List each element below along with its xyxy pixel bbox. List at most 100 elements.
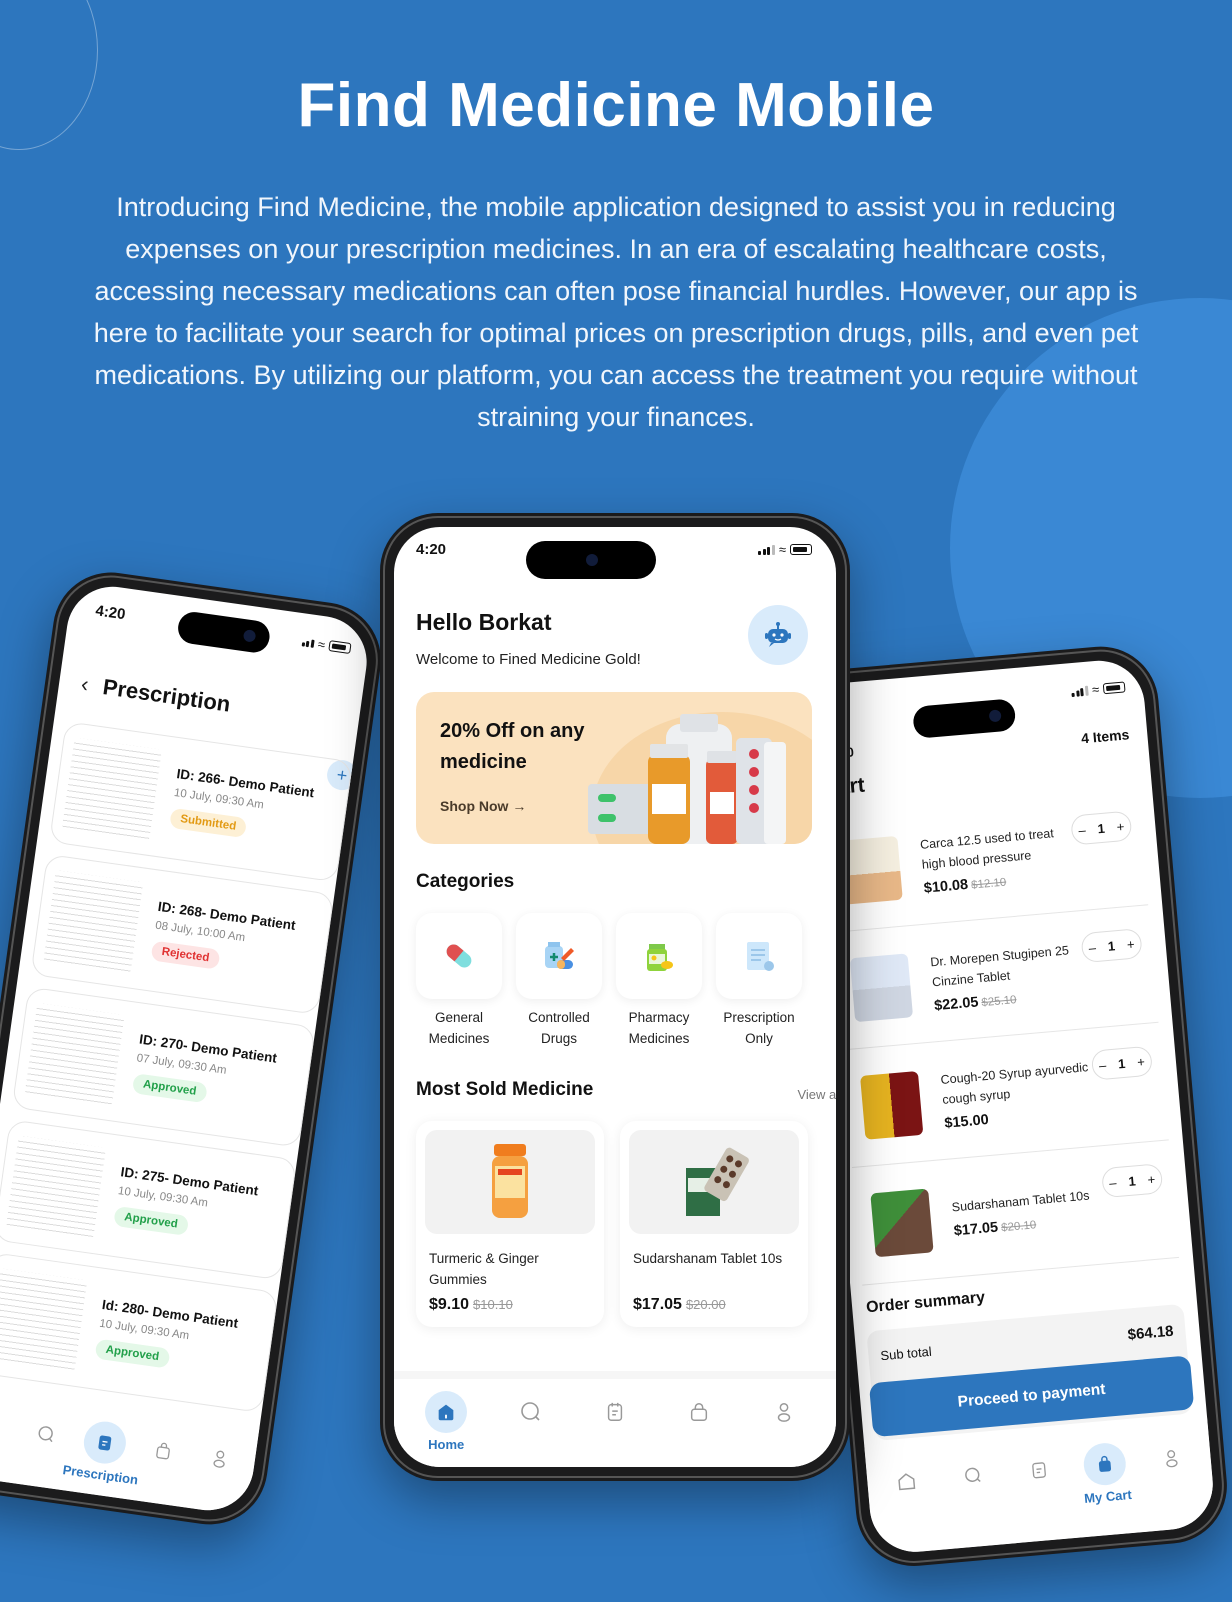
category-label: General Medicines <box>428 1010 490 1046</box>
prescription-icon <box>594 1391 636 1433</box>
nav-prescription[interactable] <box>1007 1446 1075 1543</box>
bottom-nav: Home <box>394 1371 836 1467</box>
prescription-thumbnail <box>0 1268 88 1372</box>
decrease-button[interactable]: – <box>1109 1175 1118 1191</box>
prescription-thumbnail <box>61 737 162 841</box>
quantity-stepper: –1 + <box>1080 928 1143 964</box>
decrease-button[interactable]: – <box>1098 1057 1107 1073</box>
search-icon <box>950 1453 996 1499</box>
home-icon <box>0 1403 13 1450</box>
battery-icon <box>1102 681 1126 695</box>
status-badge: Rejected <box>150 940 221 970</box>
prescription-card[interactable]: ID: 275- Demo Patient 10 July, 09:30 Am … <box>0 1119 298 1281</box>
product-price: $17.05 <box>633 1296 682 1313</box>
prescription-screen: 4:20 ≈ ‹ Prescription + ID: 266- Demo Pa… <box>0 580 373 1517</box>
order-summary-title: Order summary <box>865 1288 986 1317</box>
nav-home[interactable] <box>875 1458 943 1555</box>
view-all-link[interactable]: View all <box>797 1087 836 1102</box>
product-image <box>859 1070 924 1140</box>
subtotal-value: $64.18 <box>1126 1322 1175 1344</box>
phone-cart: 4:20 ≈ 4 Items Cart Carca 12.5 used to t… <box>782 641 1232 1571</box>
quantity-value: 1 <box>1127 1172 1137 1189</box>
cart-screen: 4:20 ≈ 4 Items Cart Carca 12.5 used to t… <box>797 656 1217 1556</box>
prescription-icon <box>1016 1447 1062 1493</box>
prescription-card[interactable]: ID: 270- Demo Patient 07 July, 09:30 Am … <box>11 986 316 1148</box>
product-old-price: $10.10 <box>473 1297 513 1312</box>
dynamic-island <box>526 541 656 579</box>
product-card[interactable]: Sudarshanam Tablet 10s $17.05 $20.00 <box>620 1121 808 1327</box>
quantity-value: 1 <box>1107 937 1116 954</box>
back-icon[interactable]: ‹ <box>79 671 91 698</box>
nav-search[interactable] <box>501 1391 561 1467</box>
shop-now-link[interactable]: Shop Now → <box>440 798 526 814</box>
capsule-icon <box>446 944 472 968</box>
search-icon <box>23 1411 70 1458</box>
product-name: Sudarshanam Tablet 10s <box>633 1251 783 1266</box>
item-old-price: $12.10 <box>970 876 1007 892</box>
item-price: $17.05 <box>953 1219 999 1239</box>
category-general-medicines[interactable]: General Medicines <box>416 913 502 1049</box>
nav-profile[interactable] <box>1140 1435 1208 1532</box>
quantity-stepper: –1 + <box>1090 1045 1154 1081</box>
item-name: Dr. Morepen Stugipen 25 Cinzine Tablet <box>929 942 1070 989</box>
prescription-card[interactable]: Id: 280- Demo Patient 10 July, 09:30 Am … <box>0 1251 279 1414</box>
prescription-card[interactable]: ID: 266- Demo Patient 10 July, 09:30 Am … <box>48 721 354 883</box>
category-controlled-drugs[interactable]: Controlled Drugs <box>516 913 602 1049</box>
prescription-list: ID: 266- Demo Patient 10 July, 09:30 Am … <box>0 721 354 1425</box>
prescription-thumbnail <box>24 1002 125 1107</box>
items-count: 4 Items <box>1080 726 1130 747</box>
signal-icon <box>1071 685 1089 697</box>
nav-search[interactable] <box>941 1452 1009 1549</box>
promo-title: 20% Off on any medicine <box>440 720 585 773</box>
status-badge: Approved <box>113 1205 189 1236</box>
screen-title: Prescription <box>101 674 232 717</box>
increase-button[interactable]: + <box>1126 936 1135 952</box>
decrease-button[interactable]: – <box>1078 822 1087 838</box>
category-label: Pharmacy Medicines <box>628 1010 690 1046</box>
increase-button[interactable]: + <box>1147 1171 1156 1187</box>
bag-icon <box>1082 1441 1128 1487</box>
chatbot-button[interactable] <box>748 605 808 665</box>
promo-banner[interactable]: 20% Off on any medicine Shop Now → <box>416 692 812 844</box>
nav-label: Home <box>428 1437 465 1452</box>
increase-button[interactable]: + <box>1116 819 1125 835</box>
status-time: 4:20 <box>94 602 127 624</box>
dynamic-island <box>176 610 272 655</box>
nav-profile[interactable] <box>754 1391 814 1467</box>
product-old-price: $20.00 <box>685 1297 726 1312</box>
nav-profile[interactable] <box>184 1434 251 1515</box>
most-sold-title: Most Sold Medicine <box>416 1079 594 1100</box>
drugs-icon <box>545 942 574 969</box>
signal-icon <box>301 638 315 648</box>
battery-icon <box>328 640 352 655</box>
nav-cart[interactable]: My Cart <box>1073 1441 1141 1538</box>
item-price: $22.05 <box>933 993 980 1014</box>
product-card[interactable]: Turmeric & Ginger Gummies $9.10 $10.10 <box>416 1121 604 1327</box>
category-label: Prescription Only <box>723 1010 795 1046</box>
nav-cart[interactable] <box>127 1426 194 1507</box>
signal-icon <box>758 544 775 555</box>
nav-prescription[interactable] <box>585 1391 645 1467</box>
cart-list: Carca 12.5 used to treat high blood pres… <box>821 787 1180 1286</box>
user-icon <box>196 1435 243 1482</box>
item-old-price: $25.10 <box>980 993 1018 1009</box>
increase-button[interactable]: + <box>1137 1054 1146 1070</box>
prescription-thumbnail <box>5 1135 106 1239</box>
nav-search[interactable] <box>11 1410 78 1491</box>
page-title: Find Medicine Mobile <box>297 71 935 140</box>
product-name: Turmeric & Ginger Gummies <box>429 1251 539 1287</box>
nav-prescription[interactable]: Prescription <box>62 1418 139 1500</box>
nav-home[interactable]: Home <box>416 1391 476 1467</box>
nav-label: My Cart <box>1083 1486 1133 1507</box>
shop-now-label: Shop Now <box>440 798 509 814</box>
nav-cart[interactable] <box>669 1391 729 1467</box>
quantity-value: 1 <box>1117 1055 1126 1071</box>
welcome-text: Welcome to Fined Medicine Gold! <box>416 651 641 668</box>
prescription-card[interactable]: ID: 268- Demo Patient 08 July, 10:00 Am … <box>30 853 335 1016</box>
greeting: Hello Borkat <box>416 609 552 635</box>
category-pharmacy-medicines[interactable]: Pharmacy Medicines <box>616 913 702 1049</box>
wifi-icon: ≈ <box>778 542 786 557</box>
category-prescription-only[interactable]: Prescription Only <box>716 913 802 1049</box>
status-badge: Submitted <box>169 807 248 839</box>
decrease-button[interactable]: – <box>1088 939 1097 955</box>
